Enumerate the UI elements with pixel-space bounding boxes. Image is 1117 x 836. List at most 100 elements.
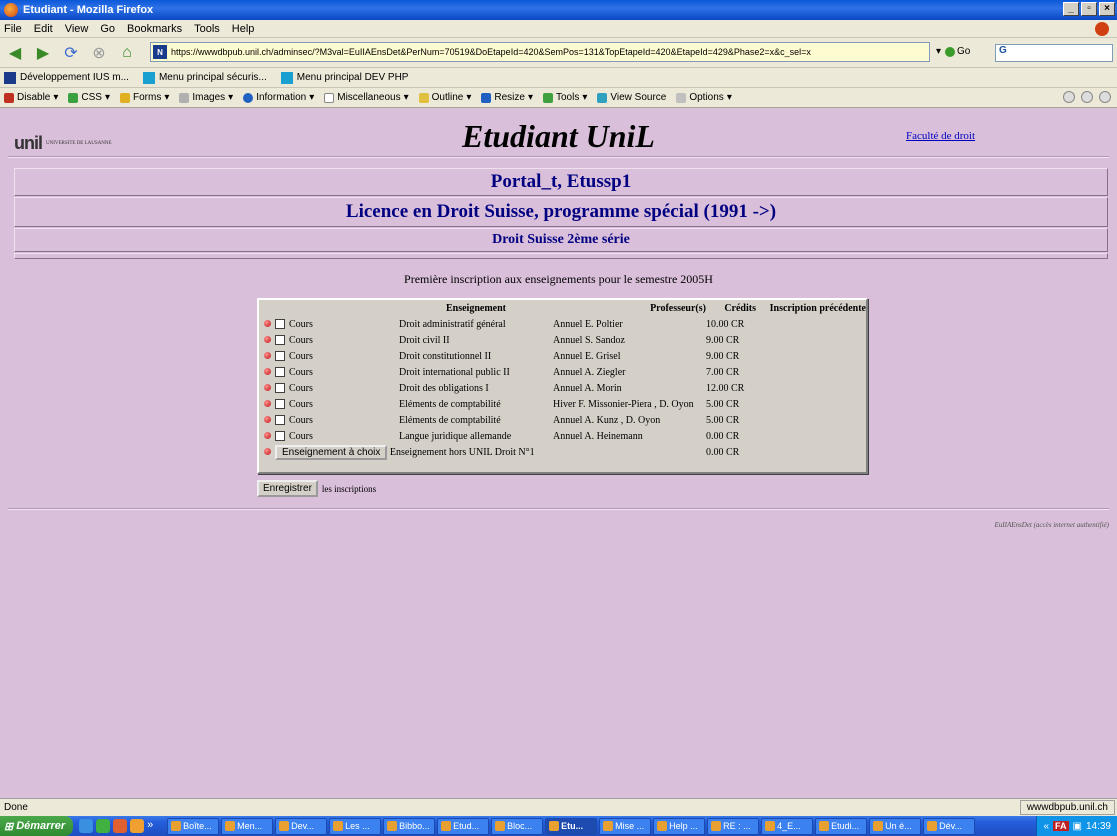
forward-icon[interactable]: ▶ — [32, 42, 54, 64]
stop-icon[interactable]: ⊗ — [88, 42, 110, 64]
devtool-label: Miscellaneous — [337, 92, 401, 103]
forms-icon — [119, 92, 130, 103]
task-button[interactable]: Un é... — [869, 817, 922, 835]
search-input[interactable]: G — [995, 44, 1113, 62]
reload-icon[interactable]: ⟳ — [60, 42, 82, 64]
course-checkbox[interactable] — [275, 367, 285, 378]
status-dot-icon — [263, 351, 271, 359]
course-type: Cours — [289, 350, 313, 362]
view-source-icon — [597, 92, 608, 103]
task-button[interactable]: Bibbo... — [383, 817, 436, 835]
course-name: Droit civil II — [399, 334, 450, 346]
start-button[interactable]: ⊞ Démarrer — [0, 816, 74, 836]
devtool-outline[interactable]: Outline ▾ — [418, 92, 471, 103]
save-button[interactable]: Enregistrer — [257, 480, 318, 497]
course-prof: Annuel A. Heinemann — [553, 430, 643, 442]
menu-help[interactable]: Help — [232, 23, 255, 35]
course-name: Eléments de comptabilité — [399, 414, 501, 426]
devtool-options[interactable]: Options ▾ — [676, 92, 732, 103]
devtool-css[interactable]: CSS ▾ — [68, 92, 110, 103]
course-checkbox[interactable] — [275, 399, 285, 410]
outline-icon — [418, 92, 429, 103]
devtool-label: Information — [256, 92, 307, 103]
language-badge[interactable]: FA — [1053, 821, 1069, 831]
dropdown-icon[interactable]: ▾ — [936, 46, 941, 57]
task-button[interactable]: 4_E... — [761, 817, 814, 835]
table-row: Cours Droit international public II Annu… — [259, 364, 866, 380]
task-button[interactable]: Etud... — [437, 817, 490, 835]
course-type: Cours — [289, 430, 313, 442]
course-credits: 5.00 CR — [706, 398, 740, 410]
tray-expand-arrow[interactable]: « — [1043, 821, 1049, 832]
course-checkbox[interactable] — [275, 415, 285, 426]
menu-file[interactable]: File — [4, 23, 22, 35]
tray-icon[interactable]: ▣ — [1073, 821, 1082, 832]
task-button-active[interactable]: Etu... — [545, 817, 598, 835]
devtool-tools[interactable]: Tools ▾ — [542, 92, 587, 103]
quicklaunch-icon[interactable] — [113, 819, 128, 833]
faculty-link[interactable]: Faculté de droit — [906, 130, 975, 142]
task-label: Mise ... — [615, 821, 645, 831]
task-icon — [927, 821, 938, 831]
status-dot-icon — [263, 335, 271, 343]
devtool-label: Resize — [494, 92, 525, 103]
bookmark-item[interactable]: Menu principal DEV PHP — [280, 71, 408, 84]
quicklaunch-icon[interactable] — [96, 819, 111, 833]
task-button[interactable]: Dév... — [923, 817, 976, 835]
course-credits: 0.00 CR — [706, 430, 740, 442]
firefox-icon — [4, 3, 18, 17]
devtool-view-source[interactable]: View Source — [597, 92, 666, 103]
close-button[interactable]: × — [1099, 2, 1115, 16]
col-header-prof: Professeur(s) — [650, 302, 706, 314]
back-icon[interactable]: ◀ — [4, 42, 26, 64]
choice-course-credits: 0.00 CR — [706, 446, 740, 458]
more-arrow[interactable]: » — [147, 819, 161, 833]
maximize-button[interactable]: ▫ — [1081, 2, 1097, 16]
menu-view[interactable]: View — [65, 23, 89, 35]
menu-tools[interactable]: Tools — [194, 23, 220, 35]
minimize-button[interactable]: _ — [1063, 2, 1079, 16]
go-button[interactable]: Go — [945, 46, 970, 57]
task-button[interactable]: Bloc... — [491, 817, 544, 835]
task-button[interactable]: RE : ... — [707, 817, 760, 835]
course-checkbox[interactable] — [275, 335, 285, 346]
course-name: Droit administratif général — [399, 318, 506, 330]
task-button[interactable]: Les ... — [329, 817, 382, 835]
bookmark-item[interactable]: Menu principal sécuris... — [142, 71, 267, 84]
menu-edit[interactable]: Edit — [34, 23, 53, 35]
task-button[interactable]: Mise ... — [599, 817, 652, 835]
task-icon — [819, 821, 830, 831]
url-field[interactable]: N https://wwwdbpub.unil.ch/adminsec/?M3v… — [150, 42, 930, 62]
devtool-forms[interactable]: Forms ▾ — [119, 92, 169, 103]
task-button[interactable]: Etudi... — [815, 817, 868, 835]
devtool-images[interactable]: Images ▾ — [179, 92, 233, 103]
bookmark-item[interactable]: Développement IUS m... — [4, 71, 129, 84]
task-button[interactable]: Boîte... — [167, 817, 220, 835]
task-label: Etu... — [561, 821, 584, 831]
task-button[interactable]: Dev... — [275, 817, 328, 835]
course-checkbox[interactable] — [275, 351, 285, 362]
task-label: Dev... — [291, 821, 314, 831]
divider — [8, 156, 1109, 158]
divider — [14, 253, 1108, 259]
devtool-resize[interactable]: Resize ▾ — [481, 92, 533, 103]
choice-course-button[interactable]: Enseignement à choix — [275, 444, 388, 460]
course-checkbox[interactable] — [275, 431, 285, 442]
navigation-toolbar: ◀ ▶ ⟳ ⊗ ⌂ N https://wwwdbpub.unil.ch/adm… — [0, 38, 1117, 68]
course-checkbox[interactable] — [275, 319, 285, 330]
quicklaunch-icon[interactable] — [79, 819, 94, 833]
task-button[interactable]: Help ... — [653, 817, 706, 835]
course-type: Cours — [289, 318, 313, 330]
devtool-disable[interactable]: Disable ▾ — [4, 92, 58, 103]
home-icon[interactable]: ⌂ — [116, 42, 138, 64]
miscellaneous-icon — [324, 92, 335, 103]
quicklaunch-icon[interactable] — [130, 819, 145, 833]
table-row: Cours Langue juridique allemande Annuel … — [259, 428, 866, 444]
devtool-information[interactable]: Information ▾ — [243, 92, 314, 103]
course-checkbox[interactable] — [275, 383, 285, 394]
menu-go[interactable]: Go — [100, 23, 115, 35]
devtool-miscellaneous[interactable]: Miscellaneous ▾ — [324, 92, 409, 103]
task-button[interactable]: Men... — [221, 817, 274, 835]
course-prof: Annuel A. Morin — [553, 382, 622, 394]
menu-bookmarks[interactable]: Bookmarks — [127, 23, 182, 35]
